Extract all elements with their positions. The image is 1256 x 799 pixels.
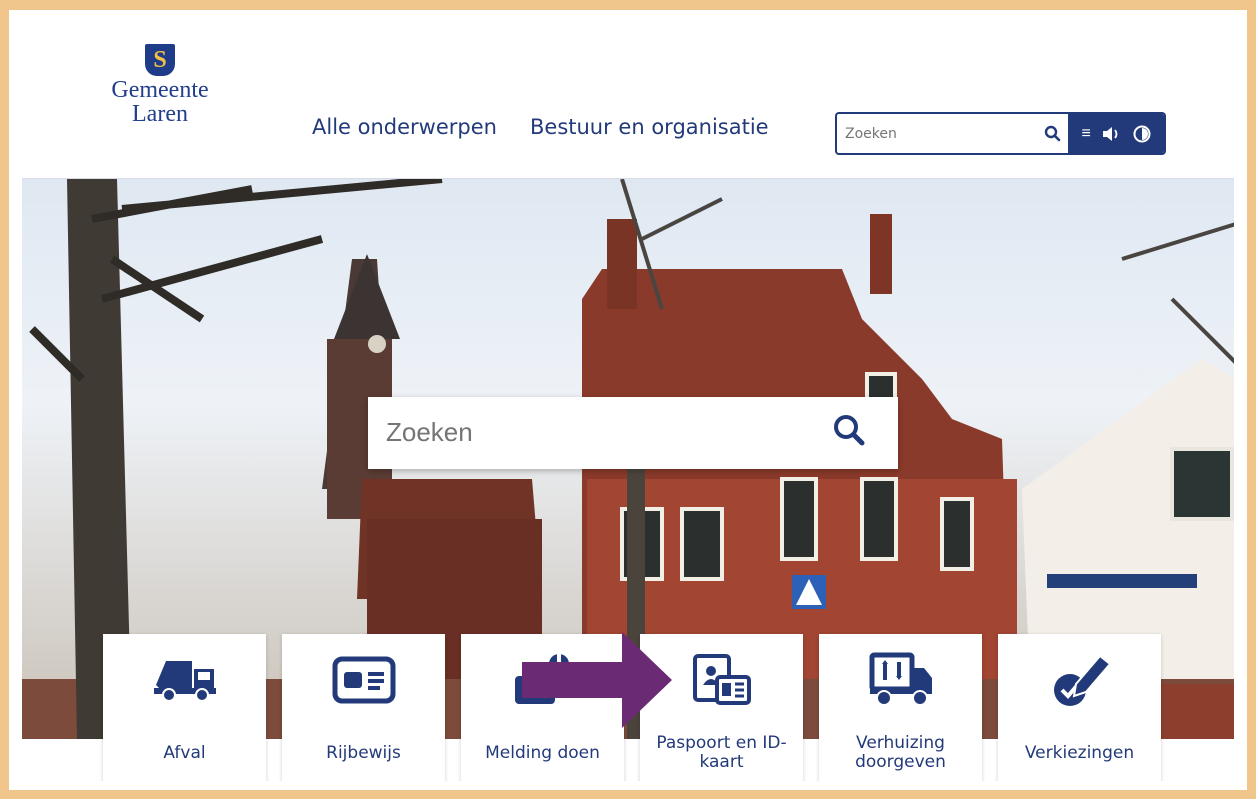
search-icon xyxy=(834,415,865,446)
site-header: S Gemeente Laren Alle onderwerpen Bestuu… xyxy=(22,22,1234,179)
header-search-input[interactable] xyxy=(845,126,1025,142)
tile-verkiezingen[interactable]: Verkiezingen xyxy=(998,634,1161,781)
hero-search-button[interactable] xyxy=(832,413,872,453)
tile-label: Afval xyxy=(163,742,206,763)
coat-of-arms-icon: S xyxy=(145,44,175,76)
hero-search xyxy=(368,397,898,469)
tile-afval[interactable]: Afval xyxy=(103,634,266,781)
municipality-logo[interactable]: S Gemeente Laren xyxy=(80,44,240,126)
tile-rijbewijs[interactable]: Rijbewijs xyxy=(282,634,445,781)
tile-verhuizing-doorgeven[interactable]: Verhuizing doorgeven xyxy=(819,634,982,781)
nav-bestuur-en-organisatie[interactable]: Bestuur en organisatie xyxy=(530,115,769,139)
header-search-button[interactable] xyxy=(1035,114,1069,153)
tile-label: Rijbewijs xyxy=(326,742,401,763)
garbage-truck-icon xyxy=(153,661,216,702)
ballot-pen-icon xyxy=(1053,654,1111,706)
highlight-arrow xyxy=(522,632,672,728)
logo-line-1: Gemeente xyxy=(111,77,209,103)
read-aloud-icon[interactable] xyxy=(1102,126,1122,142)
contrast-icon[interactable] xyxy=(1133,125,1151,143)
page: S Gemeente Laren Alle onderwerpen Bestuu… xyxy=(22,22,1234,781)
nav-alle-onderwerpen[interactable]: Alle onderwerpen xyxy=(312,115,497,139)
tile-label: Melding doen xyxy=(485,742,600,763)
search-icon xyxy=(1044,125,1060,142)
passport-id-icon xyxy=(692,654,751,705)
moving-truck-icon xyxy=(869,652,932,706)
tile-label: Paspoort en ID-kaart xyxy=(656,733,787,772)
tile-label: Verhuizing doorgeven xyxy=(855,733,946,772)
drivers-license-icon xyxy=(332,656,395,704)
screenshot-frame: S Gemeente Laren Alle onderwerpen Bestuu… xyxy=(0,0,1256,799)
accessibility-tools: ≡ xyxy=(1068,114,1164,153)
tile-label: Verkiezingen xyxy=(1024,742,1135,763)
logo-line-2: Laren xyxy=(132,101,188,127)
header-search: ≡ xyxy=(835,112,1166,155)
hero-search-input[interactable] xyxy=(386,417,786,448)
menu-icon[interactable]: ≡ xyxy=(1081,125,1090,143)
